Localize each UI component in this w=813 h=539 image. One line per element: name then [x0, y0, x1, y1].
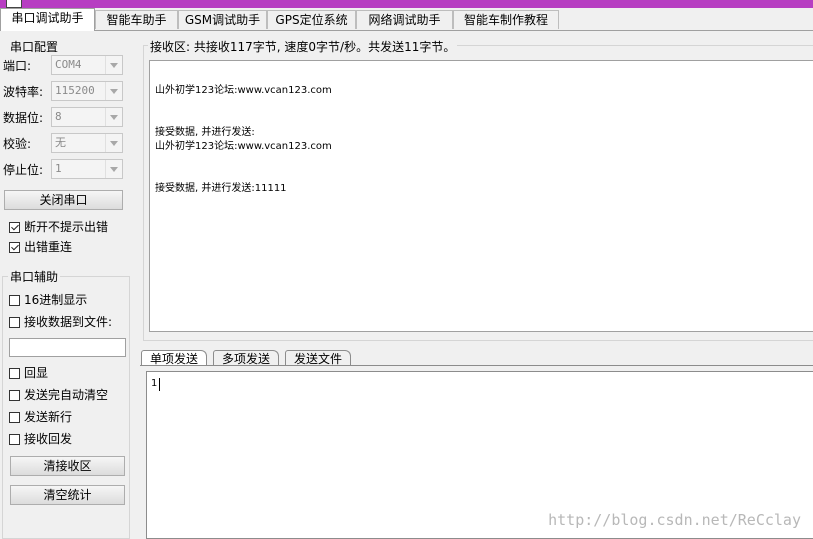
clear-receive-button[interactable]: 清接收区 [10, 456, 125, 476]
main-tab-bar: 串口调试助手 智能车助手 GSM调试助手 GPS定位系统 网络调试助手 智能车制… [0, 8, 813, 31]
save-to-file-label: 接收数据到文件: [24, 315, 113, 329]
tab-single-send[interactable]: 单项发送 [141, 350, 208, 366]
hex-display-label: 16进制显示 [24, 293, 88, 307]
chevron-down-icon [105, 108, 122, 126]
baud-label: 波特率: [3, 85, 44, 99]
window-icon [6, 0, 22, 8]
stopbits-select[interactable]: 1 [51, 159, 123, 179]
serial-config-title: 串口配置 [8, 38, 61, 55]
auto-clear-label: 发送完自动清空 [24, 388, 109, 402]
file-path-input[interactable] [9, 338, 126, 357]
tab-serial-debug[interactable]: 串口调试助手 [0, 8, 95, 31]
checkbox-checked-icon [9, 242, 20, 253]
tab-multi-send[interactable]: 多项发送 [213, 350, 280, 366]
port-value: COM4 [55, 58, 82, 71]
receive-echo-label: 接收回发 [24, 432, 73, 446]
tab-network-debug[interactable]: 网络调试助手 [356, 10, 453, 29]
receive-line: 山外初学123论坛:www.vcan123.com [155, 85, 332, 96]
checkbox-icon [9, 434, 20, 445]
checkbox-icon [9, 295, 20, 306]
tab-gsm-debug[interactable]: GSM调试助手 [178, 10, 267, 29]
receive-line: 山外初学123论坛:www.vcan123.com [155, 141, 332, 152]
checkbox-checked-icon [9, 222, 20, 233]
receive-line: 接受数据, 并进行发送:11111 [155, 183, 287, 194]
auto-clear-checkbox[interactable]: 发送完自动清空 [9, 387, 108, 403]
watermark: http://blog.csdn.net/ReCclay [548, 511, 801, 529]
checkbox-icon [9, 368, 20, 379]
no-error-prompt-label: 断开不提示出错 [24, 220, 109, 234]
chevron-down-icon [105, 82, 122, 100]
tab-send-file[interactable]: 发送文件 [285, 350, 352, 366]
receive-header: 接收区: 共接收117字节, 速度0字节/秒。共发送11字节。 [148, 38, 458, 55]
send-text: 1 [151, 378, 158, 389]
stopbits-label: 停止位: [3, 163, 44, 177]
error-reconnect-label: 出错重连 [24, 240, 73, 254]
checkbox-icon [9, 390, 20, 401]
chevron-down-icon [105, 160, 122, 178]
databits-value: 8 [55, 110, 62, 123]
baud-select[interactable]: 115200 [51, 81, 123, 101]
window-title-bar [0, 0, 813, 8]
hex-display-checkbox[interactable]: 16进制显示 [9, 292, 87, 308]
databits-label: 数据位: [3, 111, 44, 125]
baud-value: 115200 [55, 84, 95, 97]
text-cursor [159, 378, 160, 391]
checkbox-icon [9, 412, 20, 423]
close-port-button[interactable]: 关闭串口 [4, 190, 123, 210]
receive-line: 接受数据, 并进行发送: [155, 127, 255, 138]
tab-smart-car[interactable]: 智能车助手 [95, 10, 178, 29]
checkbox-icon [9, 317, 20, 328]
port-select[interactable]: COM4 [51, 55, 123, 75]
receive-textarea[interactable]: 山外初学123论坛:www.vcan123.com 接受数据, 并进行发送: 山… [149, 60, 813, 332]
send-tabs-divider [140, 365, 813, 366]
clear-stats-button[interactable]: 清空统计 [10, 485, 125, 505]
parity-select[interactable]: 无 [51, 133, 123, 153]
parity-value: 无 [55, 136, 66, 149]
save-to-file-checkbox[interactable]: 接收数据到文件: [9, 314, 112, 330]
error-reconnect-checkbox[interactable]: 出错重连 [9, 239, 72, 255]
parity-label: 校验: [3, 137, 32, 151]
no-error-prompt-checkbox[interactable]: 断开不提示出错 [9, 219, 108, 235]
serial-aux-title: 串口辅助 [8, 268, 61, 285]
databits-select[interactable]: 8 [51, 107, 123, 127]
tab-smart-car-tutorial[interactable]: 智能车制作教程 [453, 10, 559, 29]
echo-label: 回显 [24, 366, 49, 380]
send-newline-checkbox[interactable]: 发送新行 [9, 409, 72, 425]
port-label: 端口: [3, 59, 32, 73]
receive-echo-checkbox[interactable]: 接收回发 [9, 431, 72, 447]
chevron-down-icon [105, 56, 122, 74]
echo-checkbox[interactable]: 回显 [9, 365, 48, 381]
stopbits-value: 1 [55, 162, 62, 175]
chevron-down-icon [105, 134, 122, 152]
tab-gps[interactable]: GPS定位系统 [267, 10, 356, 29]
send-newline-label: 发送新行 [24, 410, 73, 424]
